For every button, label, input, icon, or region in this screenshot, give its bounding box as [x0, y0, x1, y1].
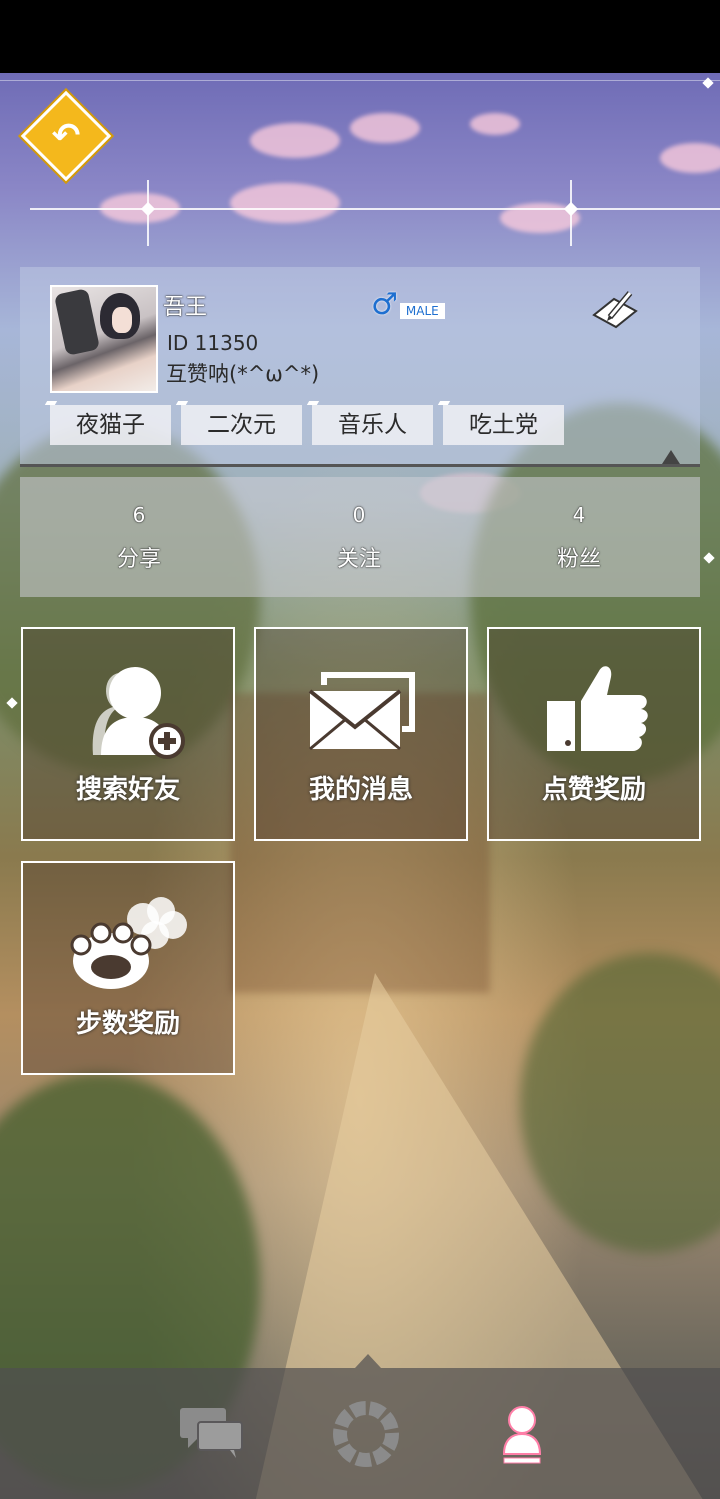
tile-label: 步数奖励 — [75, 1009, 180, 1039]
stat-shares[interactable]: 6 分享 — [79, 503, 199, 573]
tag-item[interactable]: 二次元 — [181, 405, 302, 445]
divider — [20, 464, 700, 467]
avatar[interactable] — [50, 285, 158, 393]
stat-label: 分享 — [116, 547, 161, 572]
status-bar — [0, 0, 720, 73]
tag-item[interactable]: 吃土党 — [443, 405, 564, 445]
decor-line — [0, 80, 720, 81]
stat-label: 关注 — [336, 547, 381, 572]
nav-chat[interactable] — [170, 1400, 250, 1470]
gender-badge: ♂ MALE — [371, 287, 445, 322]
stat-label: 粉丝 — [556, 547, 601, 572]
profile-card: 吾王 ID 11350 互赞呐(*^ω^*) ♂ MALE 夜猫子 二次元 音乐… — [20, 267, 700, 467]
paw-icon — [23, 889, 233, 999]
tag-list: 夜猫子 二次元 音乐人 吃土党 — [50, 405, 564, 445]
mail-icon — [256, 655, 466, 765]
nav-profile[interactable] — [482, 1400, 562, 1470]
user-icon — [502, 1406, 542, 1464]
stats-card: 6 分享 0 关注 4 粉丝 — [20, 477, 700, 597]
chat-icon — [180, 1408, 243, 1458]
thumbs-up-icon — [489, 655, 699, 765]
back-arrow-icon: ↶ — [51, 116, 81, 156]
divider-notch — [662, 450, 680, 464]
signature: 互赞呐(*^ω^*) — [166, 362, 320, 386]
stat-value: 0 — [352, 503, 366, 527]
stat-value: 6 — [132, 503, 146, 527]
user-id: ID 11350 — [167, 331, 259, 355]
like-rewards-button[interactable]: 点赞奖励 — [487, 627, 701, 841]
tile-label: 我的消息 — [308, 775, 413, 805]
tag-item[interactable]: 音乐人 — [312, 405, 433, 445]
my-messages-button[interactable]: 我的消息 — [254, 627, 468, 841]
gender-label: MALE — [399, 302, 445, 319]
bottom-nav — [0, 1354, 720, 1499]
stat-followers[interactable]: 4 粉丝 — [519, 503, 639, 573]
search-friends-button[interactable]: 搜索好友 — [21, 627, 235, 841]
tag-item[interactable]: 夜猫子 — [50, 405, 171, 445]
step-rewards-button[interactable]: 步数奖励 — [21, 861, 235, 1075]
male-icon: ♂ — [371, 287, 398, 322]
nickname: 吾王 — [163, 295, 208, 320]
nav-discover[interactable] — [326, 1400, 406, 1470]
decor-line — [30, 208, 720, 210]
tile-label: 点赞奖励 — [541, 775, 646, 805]
edit-pencil-icon[interactable] — [590, 287, 640, 333]
tile-label: 搜索好友 — [75, 775, 180, 805]
add-friend-icon — [23, 655, 233, 765]
stat-following[interactable]: 0 关注 — [299, 503, 419, 573]
nav-indicator — [355, 1354, 381, 1368]
stat-value: 4 — [572, 503, 586, 527]
loading-wheel-icon — [333, 1401, 399, 1467]
